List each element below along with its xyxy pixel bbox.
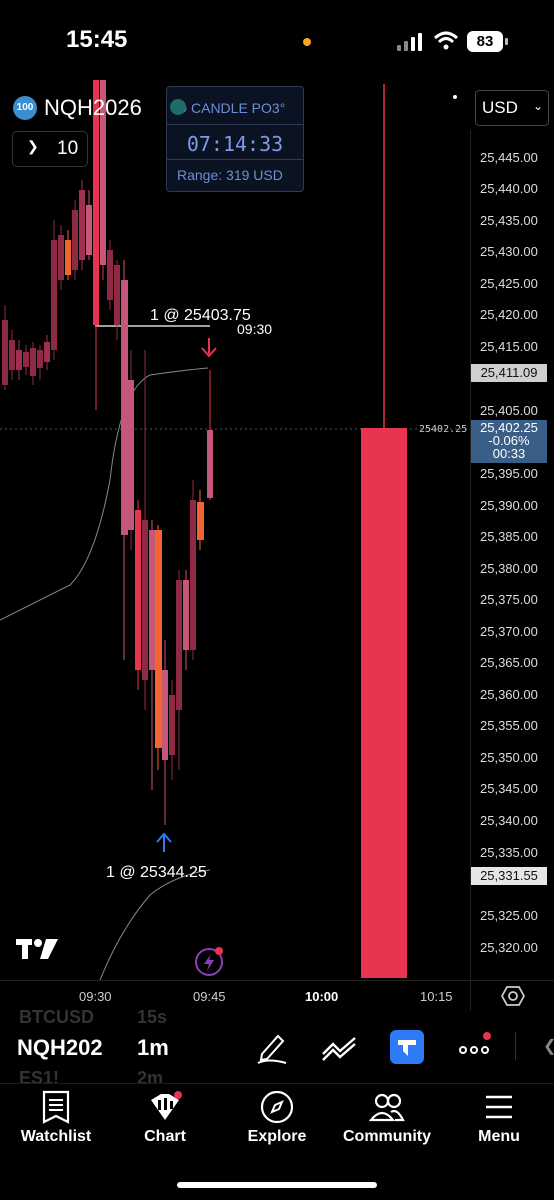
chart-icon [151, 1091, 182, 1120]
compass-icon [260, 1090, 294, 1124]
ghost-interval: 2m [137, 1068, 164, 1088]
nav-label: Explore [247, 1128, 307, 1145]
chevron-left-icon[interactable]: ❮ [543, 1036, 554, 1056]
price-label: 25,405.00 [480, 403, 538, 418]
axis-corner-divider [470, 981, 471, 1011]
buy-arrow-icon [156, 832, 172, 852]
menu-icon [486, 1095, 512, 1119]
price-label: 25,385.00 [480, 529, 538, 544]
price-label: 25,390.00 [480, 498, 538, 513]
high-price-tag: 25,411.09 [471, 364, 547, 382]
chart-settings-icon[interactable] [501, 985, 525, 1007]
price-label: 25,365.00 [480, 655, 538, 670]
price-label: 25,425.00 [480, 276, 538, 291]
nav-community[interactable]: Community [337, 1090, 437, 1146]
price-label: 25,420.00 [480, 307, 538, 322]
indicator-panel[interactable]: D CANDLE PO3° 07:14:33 Range: 319 USD [166, 86, 304, 192]
indicator-status-icon [170, 99, 186, 115]
time-label: 09:45 [193, 989, 226, 1004]
status-time: 15:45 [66, 26, 128, 53]
battery-indicator: 83 [467, 31, 503, 52]
drawing-tool-icon[interactable] [254, 1030, 290, 1066]
price-label: 25,350.00 [480, 750, 538, 765]
sell-fill-label: 1 @ 25403.75 [150, 307, 251, 324]
indicator-timer: 07:14:33 [186, 132, 284, 156]
buy-fill-label: 1 @ 25344.25 [106, 864, 207, 881]
symbol-name[interactable]: NQH2026 [44, 95, 142, 121]
interval-selector[interactable]: ❯ 10 [12, 131, 88, 167]
battery-tip [505, 38, 508, 45]
chevron-down-icon: ❯ [27, 138, 39, 154]
more-options-icon[interactable] [455, 1030, 493, 1066]
price-label: 25,355.00 [480, 718, 538, 733]
price-label: 25,430.00 [480, 244, 538, 259]
price-axis-border [470, 130, 471, 980]
bar-countdown: 00:33 [492, 446, 526, 461]
currency-label: USD [482, 98, 518, 117]
price-label: 25,325.00 [480, 908, 538, 923]
nav-label: Menu [478, 1128, 520, 1145]
symbol-picker[interactable]: NQH202 [17, 1035, 103, 1061]
indicator-name: D CANDLE PO3° [177, 100, 286, 116]
active-tool-button[interactable] [390, 1030, 424, 1064]
ghost-interval: 15s [137, 1007, 168, 1027]
current-price-tag: 25,402.25 -0.06% 00:33 [471, 420, 547, 463]
toolbar-divider [515, 1032, 516, 1060]
price-label: 25,320.00 [480, 940, 538, 955]
nav-watchlist[interactable]: Watchlist [14, 1090, 98, 1146]
interval-picker[interactable]: 1m [137, 1035, 169, 1061]
cellular-signal-icon [397, 33, 422, 51]
price-label: 25,335.00 [480, 845, 538, 860]
large-bar [361, 428, 407, 978]
recording-indicator [303, 38, 311, 46]
chevron-down-icon: ⌄ [533, 99, 544, 113]
nav-label: Watchlist [20, 1128, 92, 1145]
flash-icon[interactable] [194, 946, 226, 978]
nav-explore[interactable]: Explore [240, 1090, 314, 1146]
price-label: 25,370.00 [480, 624, 538, 639]
time-label: 09:30 [79, 989, 112, 1004]
currency-selector[interactable]: USD ⌄ [475, 90, 549, 126]
time-label-session: 10:00 [305, 989, 339, 1004]
wifi-icon [433, 31, 459, 50]
trend-lines-icon[interactable] [320, 1030, 358, 1066]
nav-label: Community [343, 1128, 431, 1145]
dot-icon [453, 95, 457, 99]
community-icon [369, 1093, 405, 1122]
time-label: 10:15 [420, 989, 453, 1004]
price-label: 25,395.00 [480, 466, 538, 481]
watchlist-icon [42, 1090, 70, 1124]
nav-label: Chart [144, 1128, 186, 1145]
symbol-badge: 100 [13, 96, 37, 120]
current-price-line-label: 25402.25 [419, 424, 468, 435]
price-label: 25,375.00 [480, 592, 538, 607]
tradingview-logo-icon[interactable] [16, 937, 60, 961]
ghost-symbol: ES1! [19, 1068, 60, 1088]
price-label: 25,345.00 [480, 781, 538, 796]
interval-value: 10 [57, 138, 79, 159]
indicator-range: Range: 319 USD [177, 167, 283, 183]
sell-fill-time: 09:30 [237, 321, 273, 337]
candlestick-chart[interactable] [0, 80, 470, 980]
price-label: 25,440.00 [480, 181, 538, 196]
nav-divider [0, 1083, 554, 1084]
price-label: 25,360.00 [480, 687, 538, 702]
nav-chart[interactable]: Chart [130, 1090, 200, 1146]
price-label: 25,435.00 [480, 213, 538, 228]
sell-arrow-icon [201, 338, 217, 358]
low-price-tag: 25,331.55 [471, 867, 547, 885]
price-label: 25,415.00 [480, 339, 538, 354]
tool-icon [398, 1040, 416, 1056]
nav-menu[interactable]: Menu [469, 1090, 529, 1146]
price-label: 25,445.00 [480, 150, 538, 165]
price-label: 25,340.00 [480, 813, 538, 828]
home-indicator [177, 1182, 377, 1188]
price-label: 25,380.00 [480, 561, 538, 576]
ghost-symbol: BTCUSD [19, 1007, 94, 1027]
